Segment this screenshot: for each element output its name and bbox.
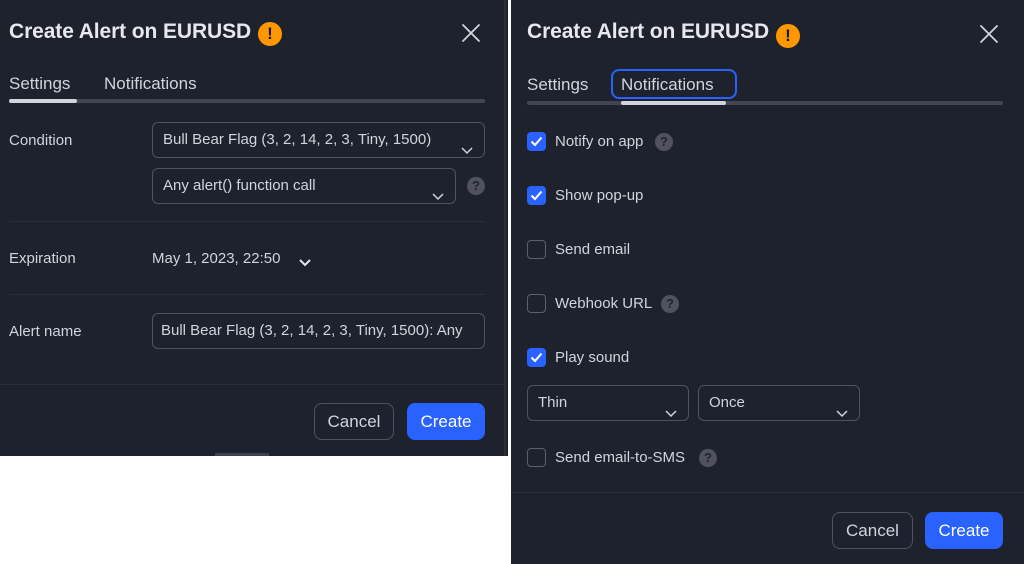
tab-track [527,101,1003,105]
panel-edge [504,0,506,456]
footer-divider [0,384,504,385]
tab-active-indicator [621,101,726,105]
webhook-checkbox[interactable] [527,294,546,313]
notify-app-checkbox[interactable] [527,132,546,151]
chevron-down-icon [431,180,445,201]
footer-divider [511,492,1024,493]
tab-settings[interactable]: Settings [9,74,70,94]
popup-label[interactable]: Show pop-up [555,187,643,204]
alert-dialog-notifications: Create Alert on EURUSD ! Settings Notifi… [511,0,1024,564]
sms-label[interactable]: Send email-to-SMS [555,449,685,466]
email-label[interactable]: Send email [555,241,630,258]
cancel-button[interactable]: Cancel [314,403,394,440]
chevron-down-icon [460,134,474,155]
popup-checkbox[interactable] [527,186,546,205]
repeat-select[interactable]: Once [698,385,860,421]
divider [9,294,485,295]
warning-icon[interactable]: ! [776,24,800,48]
help-icon[interactable]: ? [699,449,717,467]
alert-name-input[interactable]: Bull Bear Flag (3, 2, 14, 2, 3, Tiny, 15… [152,313,485,349]
condition-select[interactable]: Bull Bear Flag (3, 2, 14, 2, 3, Tiny, 15… [152,122,485,158]
repeat-value: Once [709,394,745,411]
cancel-button[interactable]: Cancel [832,512,913,549]
alert-name-label: Alert name [9,323,82,340]
help-icon[interactable]: ? [661,295,679,313]
webhook-label[interactable]: Webhook URL [555,295,652,312]
help-icon[interactable]: ? [655,133,673,151]
condition-value: Bull Bear Flag (3, 2, 14, 2, 3, Tiny, 15… [163,131,432,148]
chevron-down-icon[interactable] [298,254,312,267]
close-icon[interactable] [978,23,1000,45]
notify-app-label[interactable]: Notify on app [555,133,643,150]
background-chart-edge [215,453,269,456]
create-button[interactable]: Create [925,512,1003,549]
expiration-label: Expiration [9,250,76,267]
dialog-title: Create Alert on EURUSD [9,20,252,43]
chevron-down-icon [664,397,678,418]
condition-label: Condition [9,132,73,149]
trigger-value: Any alert() function call [163,177,316,194]
expiration-value[interactable]: May 1, 2023, 22:50 [152,250,280,267]
tab-settings[interactable]: Settings [527,75,588,95]
trigger-select[interactable]: Any alert() function call [152,168,456,204]
alert-dialog-settings: Create Alert on EURUSD ! Settings Notifi… [0,0,508,456]
help-icon[interactable]: ? [467,177,485,195]
tab-active-indicator [9,99,77,103]
email-checkbox[interactable] [527,240,546,259]
chevron-down-icon [835,397,849,418]
tab-track [9,99,485,103]
close-icon[interactable] [460,22,482,44]
warning-icon[interactable]: ! [258,22,282,46]
sound-label[interactable]: Play sound [555,349,629,366]
sound-checkbox[interactable] [527,348,546,367]
sms-checkbox[interactable] [527,448,546,467]
sound-select[interactable]: Thin [527,385,689,421]
sound-value: Thin [538,394,568,411]
tab-notifications[interactable]: Notifications [621,75,714,95]
create-button[interactable]: Create [407,403,485,440]
tab-notifications[interactable]: Notifications [104,74,197,94]
divider [9,221,485,222]
dialog-title: Create Alert on EURUSD [527,20,770,43]
